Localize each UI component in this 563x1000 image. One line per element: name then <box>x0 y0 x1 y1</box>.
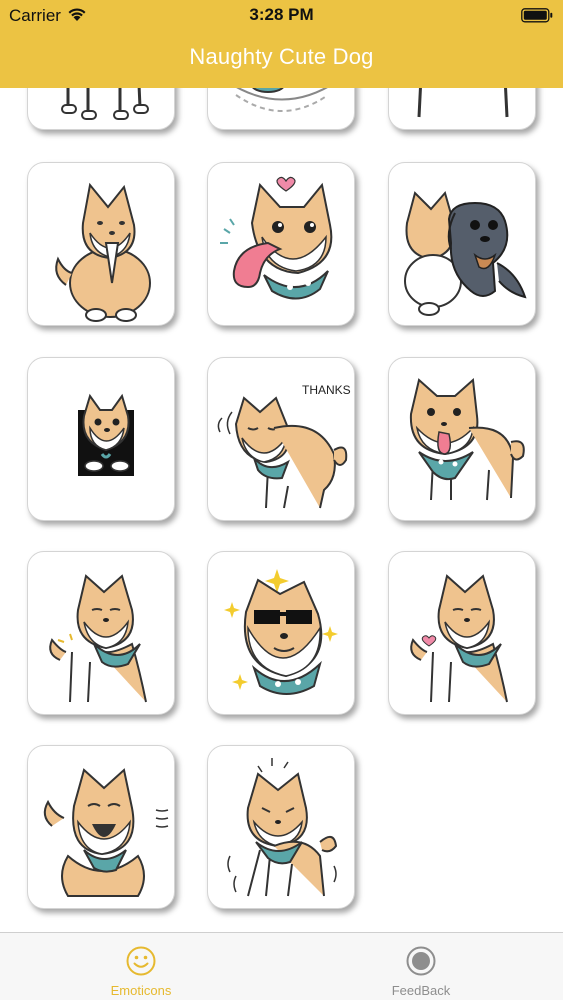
page-title: Naughty Cute Dog <box>189 44 374 69</box>
sticker-dog-tongue-standing[interactable] <box>388 357 536 521</box>
tab-feedback[interactable]: FeedBack <box>321 933 521 1000</box>
sticker-dog-praying[interactable] <box>27 162 175 326</box>
sticker-dog-heart-shy[interactable] <box>27 551 175 715</box>
tab-emoticons[interactable]: Emoticons <box>41 933 241 1000</box>
dog-illustration <box>55 182 151 322</box>
sticker-dog-sunglasses[interactable] <box>207 551 355 715</box>
sticker-dog-tongue-out-heart[interactable] <box>207 162 355 326</box>
sticker-dog-shaking[interactable] <box>207 745 355 909</box>
sticker-dog-peeking-box[interactable] <box>27 357 175 521</box>
dog-illustration <box>78 393 134 476</box>
dog-illustration <box>227 758 338 897</box>
status-bar: Carrier 3:28 PM <box>0 0 563 30</box>
sticker-dog-heart-shy-2[interactable] <box>388 551 536 715</box>
status-time: 3:28 PM <box>249 5 314 24</box>
tab-emoticons-label: Emoticons <box>110 983 172 998</box>
dog-illustration <box>409 377 525 501</box>
thanks-caption: THANKS <box>302 383 351 397</box>
sticker-grid: THANKS <box>0 0 563 935</box>
header-bar: Carrier 3:28 PM Naughty Cute Dog <box>0 0 563 88</box>
sticker-dog-hugging-dachshund[interactable] <box>388 162 536 326</box>
smiley-icon <box>126 946 156 976</box>
dog-illustration <box>404 190 527 316</box>
dog-illustration <box>49 574 147 703</box>
tab-feedback-label: FeedBack <box>391 983 451 998</box>
dog-illustration <box>410 574 508 703</box>
dog-illustration <box>220 176 333 300</box>
dog-illustration <box>43 768 169 897</box>
dog-illustration <box>224 569 338 695</box>
sticker-dog-laughing[interactable] <box>27 745 175 909</box>
record-circle-icon <box>406 946 436 976</box>
battery-icon <box>521 8 553 23</box>
tab-bar: Emoticons FeedBack <box>0 932 563 1000</box>
dog-illustration: THANKS <box>217 383 351 509</box>
sticker-dog-thanks[interactable]: THANKS <box>207 357 355 521</box>
